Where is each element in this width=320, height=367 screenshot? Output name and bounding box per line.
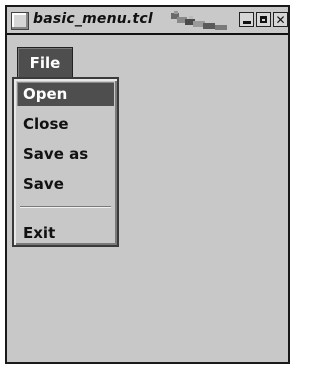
close-icon: ✕ xyxy=(275,12,286,27)
minimize-icon xyxy=(242,21,251,24)
menu-item-save-as[interactable]: Save as xyxy=(17,142,114,166)
maximize-button[interactable] xyxy=(256,12,271,27)
menu-bar: File xyxy=(7,35,288,81)
menu-item-close[interactable]: Close xyxy=(17,112,114,136)
menu-item-open[interactable]: Open xyxy=(17,82,114,106)
file-menu-button[interactable]: File xyxy=(17,47,73,78)
close-button[interactable]: ✕ xyxy=(273,12,288,27)
window-menu-icon[interactable] xyxy=(11,12,29,30)
window-title: basic_menu.tcl xyxy=(33,11,153,27)
titlebar-pattern-icon xyxy=(171,11,227,30)
menu-separator xyxy=(20,206,111,208)
file-dropdown-menu: Open Close Save as Save Exit xyxy=(12,77,119,247)
menu-item-save[interactable]: Save xyxy=(17,172,114,196)
title-bar[interactable]: basic_menu.tcl ✕ xyxy=(7,7,288,35)
menu-item-exit[interactable]: Exit xyxy=(17,221,114,245)
maximize-icon xyxy=(260,16,267,23)
minimize-button[interactable] xyxy=(239,12,254,27)
